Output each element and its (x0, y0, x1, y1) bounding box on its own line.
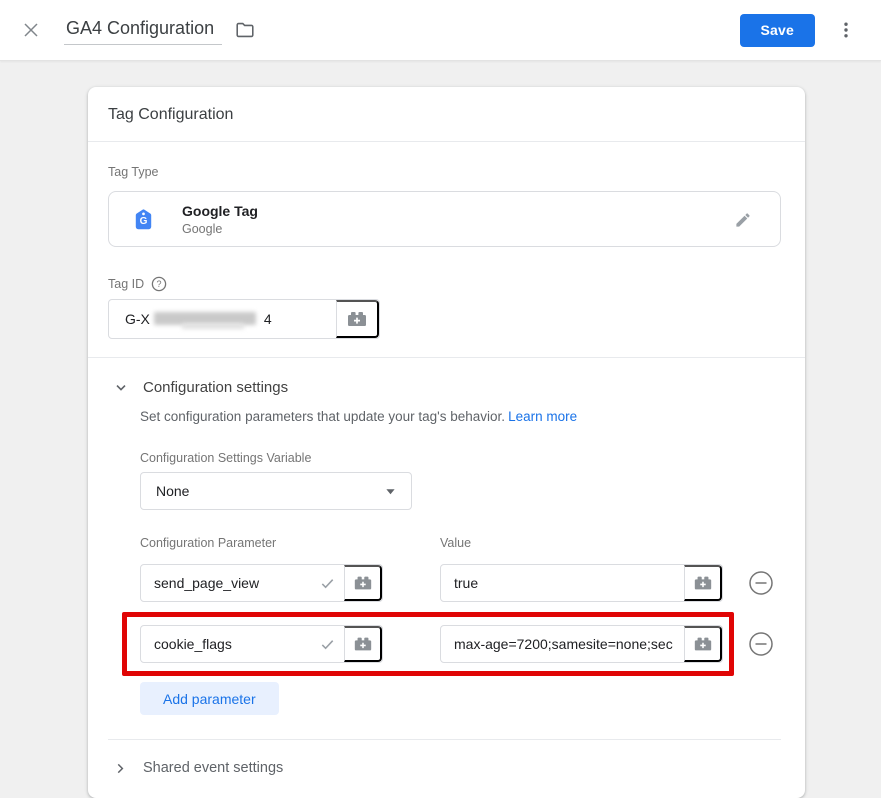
chevron-right-icon (113, 761, 128, 776)
description-text: Set configuration parameters that update… (140, 409, 505, 424)
configuration-settings-title: Configuration settings (143, 379, 288, 396)
page-content: Tag Configuration Tag Type G Google Tag … (0, 61, 881, 798)
param-input-group: send_page_view (140, 564, 383, 602)
param-value-input[interactable]: true (441, 565, 684, 601)
tag-icon-letter: G (131, 217, 156, 227)
param-name-text: cookie_flags (154, 636, 232, 652)
tag-type-name: Google Tag (182, 203, 258, 219)
value-input-group: max-age=7200;samesite=none;sec (440, 625, 723, 663)
dropdown-value: None (156, 483, 189, 499)
value-variable-picker-button[interactable] (684, 626, 722, 662)
brick-plus-icon (693, 573, 713, 593)
tag-id-input-group: G-X 4 (108, 299, 380, 339)
tag-id-label: Tag ID (108, 277, 144, 291)
tag-type-selector[interactable]: G Google Tag Google (108, 191, 781, 247)
redacted-tag-id (152, 310, 262, 328)
tag-type-label: Tag Type (108, 165, 781, 179)
remove-parameter-button[interactable] (748, 631, 774, 657)
learn-more-link[interactable]: Learn more (508, 409, 577, 424)
page-title: GA4 Configuration (66, 18, 214, 38)
brick-plus-icon (353, 634, 373, 654)
checkmark-icon (313, 636, 336, 653)
param-value-text: max-age=7200;samesite=none;sec (454, 636, 673, 652)
parameter-rows: send_page_view tru (140, 564, 781, 676)
config-settings-variable-dropdown[interactable]: None (140, 472, 412, 510)
parameter-column-label: Configuration Parameter (140, 536, 440, 550)
tag-id-suffix: 4 (264, 311, 272, 327)
brick-plus-icon (346, 308, 368, 330)
folder-icon (234, 19, 256, 41)
edit-tag-type-button[interactable] (726, 202, 760, 236)
value-input-group: true (440, 564, 723, 602)
kebab-menu-icon (836, 20, 856, 40)
parameter-row-highlighted: cookie_flags (140, 612, 781, 676)
config-settings-variable-label: Configuration Settings Variable (140, 451, 781, 465)
tag-id-input[interactable]: G-X 4 (109, 300, 336, 338)
shared-event-settings-header[interactable]: Shared event settings (108, 740, 781, 798)
brick-plus-icon (353, 573, 373, 593)
red-highlight-box: cookie_flags (122, 612, 734, 676)
remove-circle-icon (748, 570, 774, 596)
configuration-settings-header[interactable]: Configuration settings (108, 379, 781, 396)
tag-name-field[interactable]: GA4 Configuration (64, 15, 222, 45)
top-bar: GA4 Configuration Save (0, 0, 881, 61)
tag-id-variable-picker-button[interactable] (336, 300, 379, 338)
pencil-icon (734, 210, 753, 229)
checkmark-icon (313, 575, 336, 592)
param-name-input[interactable]: send_page_view (141, 565, 344, 601)
close-icon (21, 20, 41, 40)
folder-button[interactable] (228, 13, 262, 47)
param-name-input[interactable]: cookie_flags (141, 626, 344, 662)
value-variable-picker-button[interactable] (684, 565, 722, 601)
tag-type-vendor: Google (182, 222, 258, 236)
parameter-row: send_page_view tru (140, 564, 781, 602)
help-icon[interactable]: ? (151, 276, 167, 292)
add-parameter-button[interactable]: Add parameter (140, 682, 279, 715)
param-value-input[interactable]: max-age=7200;samesite=none;sec (441, 626, 684, 662)
param-input-group: cookie_flags (140, 625, 383, 663)
value-column-label: Value (440, 536, 471, 550)
close-button[interactable] (14, 13, 48, 47)
svg-text:?: ? (157, 279, 162, 289)
shared-event-settings-title: Shared event settings (143, 760, 283, 776)
tag-id-prefix: G-X (125, 311, 150, 327)
tag-configuration-card: Tag Configuration Tag Type G Google Tag … (88, 87, 805, 798)
remove-circle-icon (748, 631, 774, 657)
section-divider (88, 357, 805, 358)
card-title: Tag Configuration (88, 87, 805, 142)
param-value-text: true (454, 575, 478, 591)
save-button[interactable]: Save (740, 14, 816, 47)
brick-plus-icon (693, 634, 713, 654)
configuration-settings-description: Set configuration parameters that update… (140, 409, 781, 424)
google-tag-icon: G (131, 207, 156, 232)
remove-parameter-button[interactable] (748, 570, 774, 596)
chevron-down-icon (113, 380, 129, 396)
param-variable-picker-button[interactable] (344, 565, 382, 601)
dropdown-arrow-icon (385, 486, 396, 497)
param-variable-picker-button[interactable] (344, 626, 382, 662)
more-options-button[interactable] (829, 13, 863, 47)
param-name-text: send_page_view (154, 575, 259, 591)
